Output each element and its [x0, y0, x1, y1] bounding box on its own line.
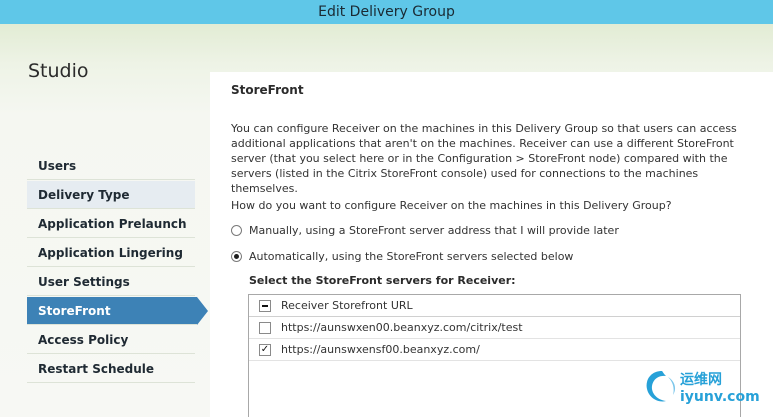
select-all-checkbox[interactable]: [259, 299, 271, 312]
sidebar-item-user-settings[interactable]: User Settings: [27, 268, 195, 296]
sidebar-item-access-policy[interactable]: Access Policy: [27, 326, 195, 354]
row-checkbox[interactable]: [259, 321, 271, 334]
swirl-logo-icon: [646, 371, 676, 402]
radio-automatic-button[interactable]: [231, 251, 242, 262]
radio-manual-label: Manually, using a StoreFront server addr…: [249, 224, 619, 237]
radio-manual-button[interactable]: [231, 225, 242, 236]
page-title: StoreFront: [231, 83, 304, 97]
sidebar-item-restart-schedule[interactable]: Restart Schedule: [27, 355, 195, 383]
studio-title: Studio: [28, 60, 89, 82]
column-header-url: Receiver Storefront URL: [281, 299, 413, 312]
window-title: Edit Delivery Group: [318, 4, 455, 20]
window-title-bar: Edit Delivery Group: [0, 0, 773, 24]
row-checkbox[interactable]: ✓: [259, 343, 271, 356]
sidebar-item-application-lingering[interactable]: Application Lingering: [27, 239, 195, 267]
sidebar-item-application-prelaunch[interactable]: Application Prelaunch: [27, 210, 195, 238]
table-row[interactable]: ✓ https://aunswxensf00.beanxyz.com/: [249, 339, 740, 361]
watermark-line1: 运维网: [680, 372, 722, 388]
table-row[interactable]: https://aunswxen00.beanxyz.com/citrix/te…: [249, 317, 740, 339]
sidebar-item-users[interactable]: Users: [27, 152, 195, 180]
watermark-logo: 运维网 iyunv.com: [642, 367, 767, 411]
sidebar-item-storefront[interactable]: StoreFront: [27, 297, 208, 325]
radio-automatic[interactable]: Automatically, using the StoreFront serv…: [231, 250, 573, 263]
configure-question: How do you want to configure Receiver on…: [231, 199, 672, 212]
radio-manual[interactable]: Manually, using a StoreFront server addr…: [231, 224, 619, 237]
main-panel: StoreFront You can configure Receiver on…: [210, 72, 773, 417]
radio-automatic-label: Automatically, using the StoreFront serv…: [249, 250, 574, 263]
storefront-url: https://aunswxensf00.beanxyz.com/: [281, 343, 480, 356]
sidebar-item-delivery-type[interactable]: Delivery Type: [27, 181, 195, 209]
storefront-select-label: Select the StoreFront servers for Receiv…: [249, 274, 516, 287]
page-description: You can configure Receiver on the machin…: [231, 122, 737, 195]
watermark-line2: iyunv.com: [680, 389, 760, 405]
table-header: Receiver Storefront URL: [249, 295, 740, 317]
storefront-url: https://aunswxen00.beanxyz.com/citrix/te…: [281, 321, 523, 334]
